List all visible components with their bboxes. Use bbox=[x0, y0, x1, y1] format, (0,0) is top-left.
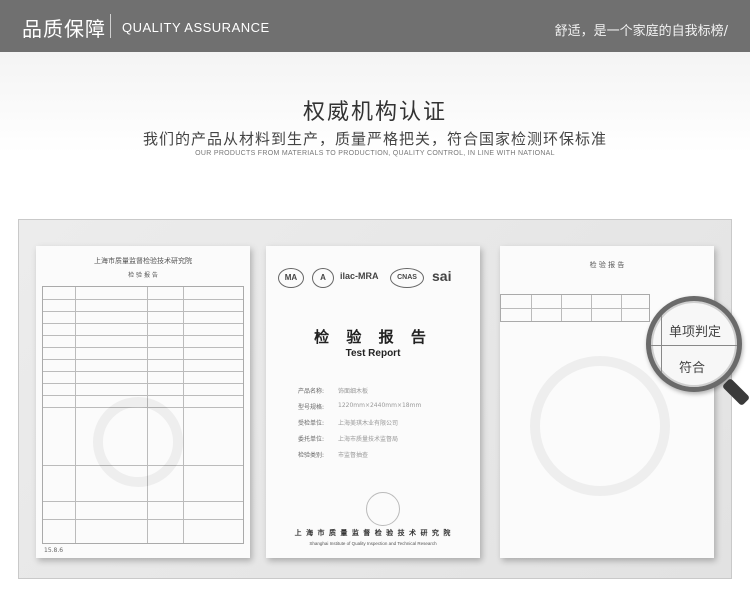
header-divider bbox=[110, 14, 111, 38]
report-subtitle: Test Report bbox=[345, 348, 401, 359]
test-report-form: 上海市质量监督检验技术研究院 检 验 报 告 15.8.6 bbox=[36, 246, 250, 558]
test-report-detail: 检 验 报 告 bbox=[500, 246, 714, 558]
form-footer: 15.8.6 bbox=[44, 547, 64, 554]
ma-logo-icon: MA bbox=[278, 268, 304, 288]
report-title: 检 验 报 告 bbox=[314, 328, 432, 346]
sai-logo-icon: sai bbox=[432, 268, 452, 284]
certification-intro: 权威机构认证 我们的产品从材料到生产，质量严格把关，符合国家检测环保标准 OUR… bbox=[0, 52, 750, 220]
magnified-label: 单项判定 bbox=[669, 325, 722, 340]
al-logo-icon: A bbox=[312, 268, 334, 288]
ilac-logo-icon: ilac-MRA bbox=[340, 271, 379, 281]
magnifier-lens: 单项判定 符合 bbox=[646, 296, 742, 392]
certification-title: 权威机构认证 bbox=[302, 100, 447, 125]
cnas-logo-icon: CNAS bbox=[390, 268, 424, 288]
detail-table bbox=[500, 294, 650, 322]
section-title-en: QUALITY ASSURANCE bbox=[122, 20, 270, 35]
magnified-value: 符合 bbox=[679, 361, 706, 376]
certificate-panel: 上海市质量监督检验技术研究院 检 验 报 告 15.8.6 MA A ilac-… bbox=[18, 219, 732, 579]
header-slogan: 舒适，是一个家庭的自我标榜/ bbox=[554, 24, 728, 39]
detail-title: 检 验 报 告 bbox=[589, 261, 625, 269]
form-table bbox=[42, 286, 244, 544]
report-institute: 上 海 市 质 量 监 督 检 验 技 术 研 究 院 bbox=[294, 529, 452, 537]
report-field: 受检单位: 上海美琪木业有限公司 bbox=[298, 420, 399, 427]
certification-subtitle-en: OUR PRODUCTS FROM MATERIALS TO PRODUCTIO… bbox=[195, 150, 555, 157]
report-field: 委托单位: 上海市质量技术监督局 bbox=[298, 436, 399, 443]
report-field: 检验类别: 市监督抽查 bbox=[298, 452, 369, 459]
certification-logos: MA A ilac-MRA CNAS sai bbox=[278, 268, 468, 294]
report-institute-en: Shanghai Institute of Quality Inspection… bbox=[309, 541, 437, 546]
certification-subtitle: 我们的产品从材料到生产，质量严格把关，符合国家检测环保标准 bbox=[142, 130, 607, 148]
report-field: 产品名称: 饰面细木板 bbox=[298, 388, 369, 395]
section-title-cn: 品质保障 bbox=[22, 17, 106, 41]
section-header: 品质保障 QUALITY ASSURANCE 舒适，是一个家庭的自我标榜/ bbox=[0, 0, 750, 52]
report-field: 型号规格: 1220mm×2440mm×18mm bbox=[298, 402, 422, 411]
form-institute: 上海市质量监督检验技术研究院 bbox=[94, 257, 192, 265]
test-report-cover: MA A ilac-MRA CNAS sai 检 验 报 告 Test Repo… bbox=[266, 246, 480, 558]
official-stamp-icon bbox=[366, 492, 400, 526]
report-fields: 产品名称: 饰面细木板 型号规格: 1220mm×2440mm×18mm 受检单位:… bbox=[298, 386, 458, 466]
form-title: 检 验 报 告 bbox=[128, 272, 158, 279]
